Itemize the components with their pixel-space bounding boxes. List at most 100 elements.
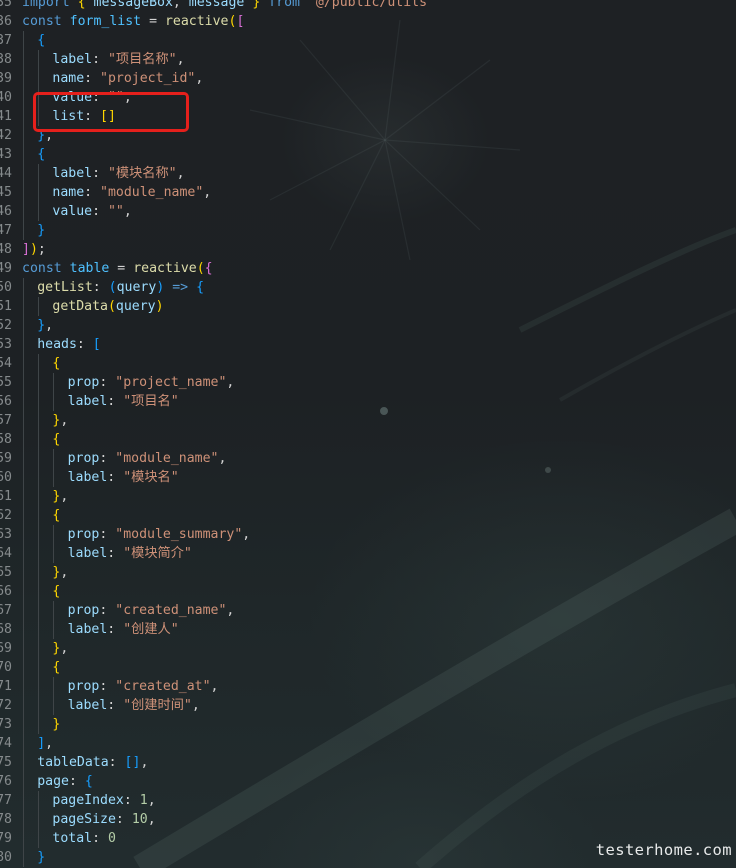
code-text: prop: "module_summary", — [68, 525, 251, 544]
code-token: [ — [92, 337, 101, 352]
code-line[interactable]: 60 label: "模块名" — [0, 468, 736, 487]
code-line[interactable]: 72 label: "创建时间", — [0, 696, 736, 715]
code-line[interactable]: 78 pageSize: 10, — [0, 810, 736, 829]
code-text: total: 0 — [52, 829, 116, 848]
code-line[interactable]: 53 heads: [ — [0, 335, 736, 354]
code-token: const — [22, 14, 62, 29]
code-line[interactable]: 57}, — [0, 411, 736, 430]
indent-guide — [23, 829, 24, 848]
code-line[interactable]: 63 prop: "module_summary", — [0, 525, 736, 544]
code-token: , — [60, 641, 69, 656]
indent-guide — [23, 620, 24, 639]
code-line[interactable]: 36 const form_list = reactive([ — [0, 12, 736, 31]
code-line[interactable]: 50 getList: (query) => { — [0, 278, 736, 297]
code-text: prop: "created_at", — [68, 677, 219, 696]
code-token: } — [37, 223, 46, 238]
indent-guide — [38, 354, 40, 373]
code-token: "project_name" — [115, 375, 227, 390]
code-line[interactable]: 55 prop: "project_name", — [0, 373, 736, 392]
code-token: ) — [155, 299, 164, 314]
code-token: : — [99, 679, 116, 694]
code-text: name: "module_name", — [52, 183, 211, 202]
code-token: { — [52, 584, 61, 599]
code-line[interactable]: 48]); — [0, 240, 736, 259]
indent-guide — [23, 525, 24, 544]
code-token: ] — [37, 736, 46, 751]
indent-guide — [23, 848, 24, 867]
indent-guide — [23, 810, 24, 829]
code-token: } — [37, 850, 46, 865]
code-line[interactable]: 75 tableData: [], — [0, 753, 736, 772]
code-text: label: "项目名" — [68, 392, 179, 411]
code-line[interactable]: 39 name: "project_id", — [0, 69, 736, 88]
indent-guide — [23, 221, 24, 240]
code-line[interactable]: 49 const table = reactive({ — [0, 259, 736, 278]
indent-guide — [23, 753, 24, 772]
code-line[interactable]: 66 { — [0, 582, 736, 601]
code-token: : — [115, 812, 132, 827]
code-line[interactable]: 67 prop: "created_name", — [0, 601, 736, 620]
code-line[interactable]: 71 prop: "created_at", — [0, 677, 736, 696]
code-line[interactable]: 69}, — [0, 639, 736, 658]
code-line[interactable]: 45 name: "module_name", — [0, 183, 736, 202]
code-line[interactable]: 62 { — [0, 506, 736, 525]
indent-guide — [23, 449, 24, 468]
line-number: 42 — [0, 128, 12, 143]
indent-guide — [38, 677, 40, 696]
code-token: [] — [124, 755, 141, 770]
indent-guide — [23, 563, 24, 582]
code-token: : — [92, 52, 108, 67]
code-line[interactable]: 38 label: "项目名称", — [0, 50, 736, 69]
code-editor[interactable]: 35 import { messageBox, message } from '@… — [0, 0, 736, 868]
code-text: label: "创建人" — [68, 620, 179, 639]
code-line[interactable]: 74], — [0, 734, 736, 753]
code-line[interactable]: 46 value: "", — [0, 202, 736, 221]
code-text: ]); — [22, 240, 46, 259]
code-line[interactable]: 43 { — [0, 145, 736, 164]
code-token: : — [107, 394, 124, 409]
code-line[interactable]: 52}, — [0, 316, 736, 335]
code-line[interactable]: 61}, — [0, 487, 736, 506]
code-line[interactable]: 64 label: "模块简介" — [0, 544, 736, 563]
code-line[interactable]: 54 { — [0, 354, 736, 373]
code-line[interactable]: 76 page: { — [0, 772, 736, 791]
indent-guide — [38, 506, 40, 525]
code-line[interactable]: 35 import { messageBox, message } from '@… — [0, 0, 736, 12]
code-token: value — [52, 204, 93, 219]
indent-guide — [38, 582, 40, 601]
code-line[interactable]: 51 getData(query) — [0, 297, 736, 316]
code-text: value: "", — [52, 202, 131, 221]
indent-guide — [23, 354, 24, 373]
code-token: { — [196, 280, 205, 295]
code-token: getData — [52, 299, 108, 314]
code-token: query — [116, 280, 157, 295]
code-line[interactable]: 37 { — [0, 31, 736, 50]
code-token: : — [107, 546, 124, 561]
code-line[interactable]: 59 prop: "module_name", — [0, 449, 736, 468]
code-text: page: { — [37, 772, 93, 791]
code-text: label: "模块名" — [68, 468, 179, 487]
line-number: 56 — [0, 394, 12, 409]
code-token: : — [92, 831, 108, 846]
code-line[interactable]: 58 { — [0, 430, 736, 449]
code-line[interactable]: 73} — [0, 715, 736, 734]
code-token: pageSize — [52, 812, 116, 827]
code-token: from — [268, 0, 300, 10]
line-number: 71 — [0, 679, 12, 694]
code-token: getList — [37, 280, 93, 295]
code-token: import — [22, 0, 70, 10]
code-text: label: "创建时间", — [68, 696, 200, 715]
code-line[interactable]: 77 pageIndex: 1, — [0, 791, 736, 810]
code-line[interactable]: 44 label: "模块名称", — [0, 164, 736, 183]
code-text: getData(query) — [52, 297, 163, 316]
indent-guide — [23, 430, 24, 449]
indent-guide — [23, 335, 24, 354]
code-token: , — [45, 318, 54, 333]
code-line[interactable]: 68 label: "创建人" — [0, 620, 736, 639]
code-line[interactable]: 56 label: "项目名" — [0, 392, 736, 411]
code-line[interactable]: 70 { — [0, 658, 736, 677]
code-line[interactable]: 47} — [0, 221, 736, 240]
code-line[interactable]: 65}, — [0, 563, 736, 582]
indent-guide — [23, 715, 24, 734]
